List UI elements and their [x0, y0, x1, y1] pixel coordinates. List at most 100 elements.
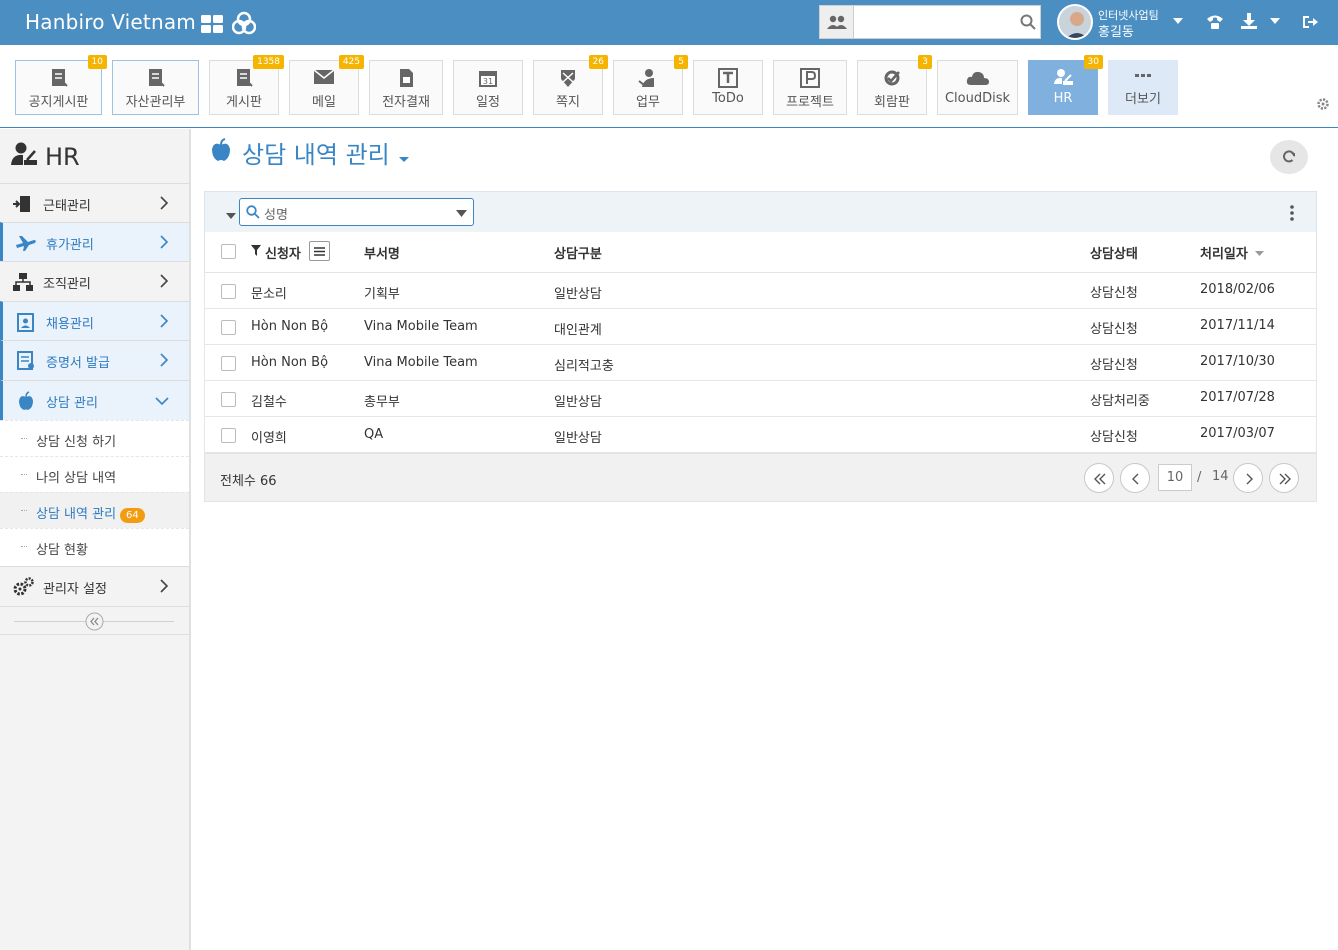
page-number-input[interactable]: 10	[1158, 464, 1192, 491]
row-checkbox[interactable]	[221, 392, 236, 407]
cell-department: 기획부	[364, 287, 400, 302]
asset-icon	[148, 69, 165, 87]
tree-connector	[21, 510, 27, 511]
calendar-icon: 31	[479, 71, 497, 87]
column-header-date[interactable]: 처리일자	[1200, 243, 1248, 262]
collapse-sidebar-icon[interactable]	[85, 612, 104, 631]
column-menu-button[interactable]	[309, 241, 330, 261]
name-filter-select[interactable]: 성명	[239, 198, 474, 226]
chevron-right-icon	[160, 314, 169, 328]
refresh-button[interactable]	[1270, 140, 1308, 174]
user-menu-caret-icon[interactable]	[1173, 17, 1183, 25]
sidebar-item-leave[interactable]: 휴가관리	[0, 222, 189, 262]
app-project[interactable]: 프로젝트	[773, 60, 847, 115]
apple-icon	[19, 391, 33, 410]
row-checkbox[interactable]	[221, 320, 236, 335]
download-icon[interactable]	[1240, 12, 1258, 30]
table-row[interactable]: 이영희 QA 일반상담 상담신청 2017/03/07	[204, 417, 1317, 453]
sidebar-item-recruitment[interactable]: 채용관리	[0, 301, 189, 341]
last-page-button[interactable]	[1269, 463, 1299, 493]
cell-type: 일반상담	[554, 287, 602, 302]
cell-status: 상담신청	[1090, 286, 1138, 301]
hanbiro-logo-icon[interactable]	[232, 11, 256, 35]
contact-group-button[interactable]	[820, 6, 854, 38]
cell-applicant[interactable]: Hòn Non Bộ	[251, 355, 328, 370]
sidebar-item-label: 조직관리	[43, 277, 91, 292]
sidebar-item-certificate[interactable]: 증명서 발급	[0, 340, 189, 380]
cell-date: 2017/03/07	[1200, 426, 1275, 441]
global-search-input[interactable]	[856, 8, 1016, 36]
search-icon[interactable]	[1020, 14, 1036, 30]
sidebar-subitem-my-counseling[interactable]: 나의 상담 내역	[0, 456, 189, 492]
brand-title[interactable]: Hanbiro Vietnam	[25, 10, 196, 34]
logout-icon[interactable]	[1302, 14, 1318, 30]
settings-gear-icon[interactable]	[1316, 97, 1330, 111]
tree-connector	[21, 474, 27, 475]
search-icon	[246, 205, 260, 219]
cell-applicant[interactable]: 이영희	[251, 427, 287, 446]
app-label: 프로젝트	[786, 95, 834, 110]
column-header-status[interactable]: 상담상태	[1090, 243, 1138, 262]
select-all-checkbox[interactable]	[221, 244, 236, 259]
first-page-button[interactable]	[1084, 463, 1114, 493]
app-approval[interactable]: 전자결재	[369, 60, 443, 115]
app-more[interactable]: 더보기	[1108, 60, 1178, 115]
notification-badge: 26	[588, 55, 608, 69]
table-row[interactable]: Hòn Non Bộ Vina Mobile Team 대인관계 상담신청 20…	[204, 309, 1317, 345]
table-row[interactable]: Hòn Non Bộ Vina Mobile Team 심리적고충 상담신청 2…	[204, 345, 1317, 381]
app-messenger[interactable]: 쪽지 26	[533, 55, 608, 115]
phone-icon[interactable]	[1206, 13, 1224, 31]
cell-applicant[interactable]: 김철수	[251, 391, 287, 410]
download-menu-caret-icon[interactable]	[1270, 17, 1280, 25]
app-todo[interactable]: ToDo	[693, 60, 763, 115]
sort-desc-icon[interactable]	[1255, 251, 1264, 257]
sidebar-subitem-counseling-status[interactable]: 상담 현황	[0, 528, 189, 566]
page-title-text: 상담 내역 관리	[242, 141, 390, 169]
caret-down-icon	[399, 157, 410, 162]
caret-down-icon[interactable]	[226, 213, 236, 219]
notice-board-icon	[51, 69, 68, 87]
page-separator: /	[1197, 470, 1202, 485]
column-header-applicant[interactable]: 신청자	[265, 243, 301, 262]
row-checkbox[interactable]	[221, 284, 236, 299]
app-clouddisk[interactable]: CloudDisk	[937, 60, 1018, 115]
app-asset-management[interactable]: 자산관리부	[112, 60, 199, 115]
app-mail[interactable]: 메일 425	[289, 55, 364, 115]
next-page-button[interactable]	[1233, 463, 1263, 493]
column-header-type[interactable]: 상담구분	[554, 243, 602, 262]
sidebar-item-organization[interactable]: 조직관리	[0, 261, 189, 301]
sidebar-item-counseling[interactable]: 상담 관리	[0, 380, 189, 420]
cell-applicant[interactable]: Hòn Non Bộ	[251, 319, 328, 334]
sidebar-subitem-counseling-management[interactable]: 상담 내역 관리 64	[0, 492, 189, 528]
app-task[interactable]: 업무 5	[613, 55, 688, 115]
app-hr[interactable]: HR 30	[1028, 55, 1103, 115]
user-name-label[interactable]: 홍길동	[1098, 21, 1134, 40]
column-header-department[interactable]: 부서명	[364, 243, 400, 262]
sidebar-subitem-label: 상담 현황	[36, 543, 88, 558]
sidebar-subitem-text: 상담 내역 관리	[36, 507, 117, 522]
filter-icon[interactable]	[251, 245, 261, 256]
row-checkbox[interactable]	[221, 356, 236, 371]
circular-icon	[884, 70, 900, 86]
previous-page-button[interactable]	[1120, 463, 1150, 493]
app-calendar[interactable]: 31 일정	[453, 60, 523, 115]
sidebar-item-attendance[interactable]: 근태관리	[0, 183, 189, 223]
svg-text:31: 31	[483, 77, 493, 86]
cell-applicant[interactable]: 문소리	[251, 283, 287, 302]
table-row[interactable]: 김철수 총무부 일반상담 상담처리중 2017/07/28	[204, 381, 1317, 417]
row-checkbox[interactable]	[221, 428, 236, 443]
app-circular[interactable]: 회람판 3	[857, 55, 932, 115]
sidebar-subitem-counseling-request[interactable]: 상담 신청 하기	[0, 420, 189, 456]
table-row[interactable]: 문소리 기획부 일반상담 상담신청 2018/02/06	[204, 273, 1317, 309]
top-navigation-bar: Hanbiro Vietnam 인터넷사업팀 홍길동	[0, 0, 1338, 45]
page-title[interactable]: 상담 내역 관리	[242, 135, 410, 170]
app-notice-board[interactable]: 공지게시판 10	[15, 55, 107, 115]
cell-department: QA	[364, 427, 384, 442]
certificate-icon	[17, 351, 34, 370]
more-options-icon[interactable]	[1290, 205, 1294, 221]
apple-icon	[212, 138, 230, 161]
sidebar-item-admin-settings[interactable]: 관리자 설정	[0, 566, 189, 606]
apps-grid-icon[interactable]	[201, 15, 223, 33]
avatar[interactable]	[1057, 4, 1093, 40]
app-board[interactable]: 게시판 1358	[209, 55, 284, 115]
